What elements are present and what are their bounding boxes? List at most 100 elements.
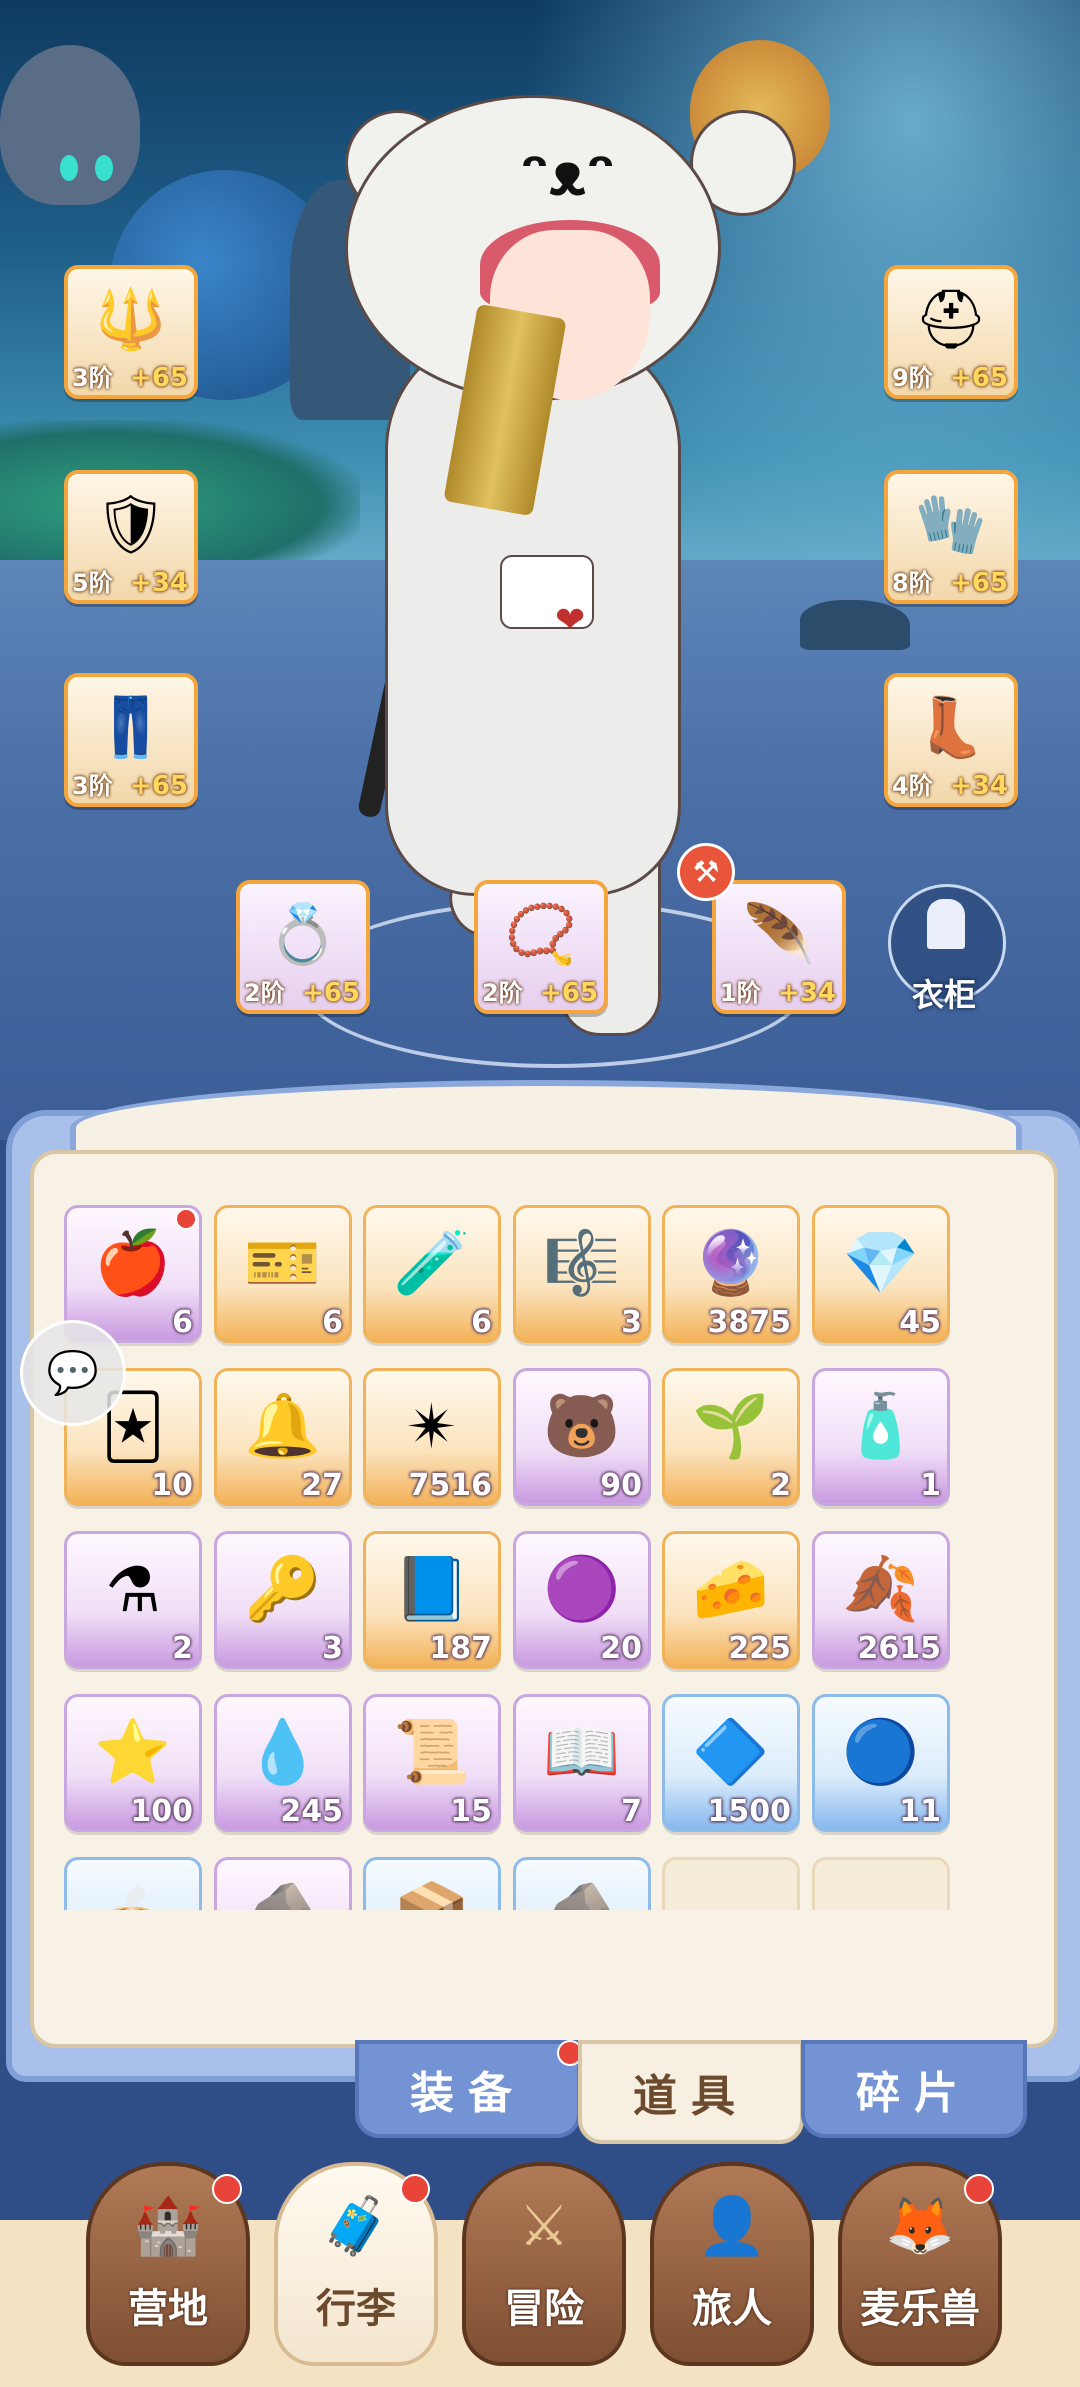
- equip-slot-boots[interactable]: 👢 4阶 +34: [884, 673, 1018, 807]
- tab-fragments-label: 碎片: [856, 2068, 972, 2119]
- inventory-slot[interactable]: 🎼 3: [513, 1205, 651, 1343]
- inventory-slot[interactable]: 📘 187: [363, 1531, 501, 1669]
- inventory-slot[interactable]: 🍂 2615: [812, 1531, 950, 1669]
- item-count: 6: [172, 1305, 193, 1340]
- shore-rock: [800, 600, 910, 650]
- inventory-slot[interactable]: 📖 7: [513, 1694, 651, 1832]
- necklace-icon: 📿: [504, 899, 578, 968]
- trident-weapon-icon: 🔱: [94, 284, 168, 353]
- gold-leaf-icon: 🍂: [842, 1552, 920, 1625]
- inventory-slot[interactable]: 🎫 6: [214, 1205, 352, 1343]
- equip-slot-legs[interactable]: 👖 3阶 +65: [64, 673, 198, 807]
- item-count: 27: [301, 1468, 343, 1503]
- wardrobe-icon: [927, 899, 965, 949]
- item-count: 245: [280, 1794, 343, 1829]
- inventory-slot[interactable]: 🔵 11: [812, 1694, 950, 1832]
- nav-pet[interactable]: 🦊 麦乐兽: [838, 2162, 1002, 2366]
- inventory-slot[interactable]: 🪨: [513, 1857, 651, 1910]
- item-count: 100: [130, 1794, 193, 1829]
- nav-traveler[interactable]: 👤 旅人: [650, 2162, 814, 2366]
- nav-luggage[interactable]: 🧳 行李: [274, 2162, 438, 2366]
- inventory-slot[interactable]: 🐻 90: [513, 1368, 651, 1506]
- ticket-icon: 🎫: [244, 1226, 322, 1299]
- inventory-slot[interactable]: 🥧: [64, 1857, 202, 1910]
- inventory-slot[interactable]: 🧀 225: [662, 1531, 800, 1669]
- blue-gem-icon: 🔷: [692, 1715, 770, 1788]
- tier-label: 1阶: [720, 979, 761, 1007]
- pet-fox-icon: 🦊: [885, 2194, 955, 2259]
- boots-icon: 👢: [914, 692, 988, 761]
- blue-card-icon: 📘: [393, 1552, 471, 1625]
- nav-camp[interactable]: 🏰 营地: [86, 2162, 250, 2366]
- item-count: 225: [728, 1631, 791, 1666]
- inventory-slot[interactable]: 🪨: [214, 1857, 352, 1910]
- inventory-grid[interactable]: 🍎 6 🎫 6 🧪 6 🎼 3 🔮 3875 💎 45 🃏 10 🔔 27 ✴ 7516 🐻 90 🌱 2 🧴 1 ⚗ 2 🔑 3 📘 1…: [64, 1205, 994, 1910]
- tab-items[interactable]: 道具: [578, 2040, 804, 2144]
- tier-label: 5阶: [72, 569, 113, 597]
- tier-label: 3阶: [72, 772, 113, 800]
- notification-dot: [212, 2174, 242, 2204]
- inventory-slot[interactable]: 📦: [363, 1857, 501, 1910]
- bell-icon: 🔔: [244, 1389, 322, 1462]
- inventory-slot[interactable]: 🌱 2: [662, 1368, 800, 1506]
- tier-label: 4阶: [892, 772, 933, 800]
- cat-frame-blue-icon: 🔵: [842, 1715, 920, 1788]
- hammer-icon[interactable]: ⚒: [677, 843, 735, 901]
- equip-slot-earring[interactable]: 🪶 1阶 +34: [712, 880, 846, 1014]
- crystal-orb-icon: 🔮: [692, 1226, 770, 1299]
- ring-icon: 💍: [266, 899, 340, 968]
- apple-icon: 🍎: [94, 1226, 172, 1299]
- lyre-icon: 🎼: [543, 1226, 621, 1299]
- inventory-slot[interactable]: 🔷 1500: [662, 1694, 800, 1832]
- equip-slot-gloves[interactable]: 🧤 8阶 +65: [884, 470, 1018, 604]
- item-count: 3: [621, 1305, 642, 1340]
- nav-traveler-label: 旅人: [692, 2286, 772, 2332]
- inventory-slot[interactable]: 📜 15: [363, 1694, 501, 1832]
- equip-slot-chest[interactable]: 🛡 5阶 +34: [64, 470, 198, 604]
- partial-item-icon: 📦: [386, 1870, 478, 1910]
- nav-luggage-label: 行李: [316, 2286, 396, 2332]
- nav-adventure[interactable]: ⚔ 冒险: [462, 2162, 626, 2366]
- winged-helmet-icon: ⛑: [914, 284, 988, 353]
- item-count: 20: [600, 1631, 642, 1666]
- inventory-slot[interactable]: ✴ 7516: [363, 1368, 501, 1506]
- inventory-slot[interactable]: 💎 45: [812, 1205, 950, 1343]
- tab-fragments[interactable]: 碎片: [801, 2040, 1027, 2138]
- tab-equipment[interactable]: 装备: [355, 2040, 583, 2138]
- chat-bubble-icon[interactable]: 💬: [20, 1320, 126, 1426]
- level-label: +34: [778, 978, 836, 1008]
- level-label: +65: [302, 978, 360, 1008]
- seed-pod-icon: 🌱: [692, 1389, 770, 1462]
- gold-key-icon: 🔑: [244, 1552, 322, 1625]
- wardrobe-label: 衣柜: [911, 976, 976, 1014]
- equip-slot-helmet[interactable]: ⛑ 9阶 +65: [884, 265, 1018, 399]
- star-crystal-icon: ✴: [406, 1389, 458, 1463]
- inventory-slot[interactable]: 🧪 6: [363, 1205, 501, 1343]
- level-label: +34: [950, 771, 1008, 801]
- equip-slot-ring[interactable]: 💍 2阶 +65: [236, 880, 370, 1014]
- partial-item-icon: 🪨: [536, 1870, 628, 1910]
- inventory-slot[interactable]: 🔮 3875: [662, 1205, 800, 1343]
- scroll-card-icon: 📜: [393, 1715, 471, 1788]
- castle-icon: 🏰: [133, 2194, 203, 2259]
- inventory-slot[interactable]: 🔔 27: [214, 1368, 352, 1506]
- tier-label: 2阶: [482, 979, 523, 1007]
- inventory-slot[interactable]: 🧴 1: [812, 1368, 950, 1506]
- level-label: +65: [130, 771, 188, 801]
- inventory-slot[interactable]: ⭐ 100: [64, 1694, 202, 1832]
- luggage-icon: 🧳: [321, 2194, 391, 2259]
- slime-icon: 💧: [244, 1715, 322, 1788]
- star-cookie-icon: ⭐: [94, 1715, 172, 1788]
- inventory-slot[interactable]: ⚗ 2: [64, 1531, 202, 1669]
- heart-icon: ❤: [555, 600, 586, 641]
- level-label: +65: [950, 363, 1008, 393]
- equip-slot-necklace[interactable]: 📿 2阶 +65: [474, 880, 608, 1014]
- inventory-slot[interactable]: 💧 245: [214, 1694, 352, 1832]
- equip-slot-weapon[interactable]: 🔱 3阶 +65: [64, 265, 198, 399]
- armor-legs-icon: 👖: [94, 692, 168, 761]
- cat-frame-purple-icon: 🟣: [543, 1552, 621, 1625]
- inventory-slot[interactable]: 🟣 20: [513, 1531, 651, 1669]
- ghost-pet: [0, 45, 140, 205]
- item-count: 45: [899, 1305, 941, 1340]
- inventory-slot[interactable]: 🔑 3: [214, 1531, 352, 1669]
